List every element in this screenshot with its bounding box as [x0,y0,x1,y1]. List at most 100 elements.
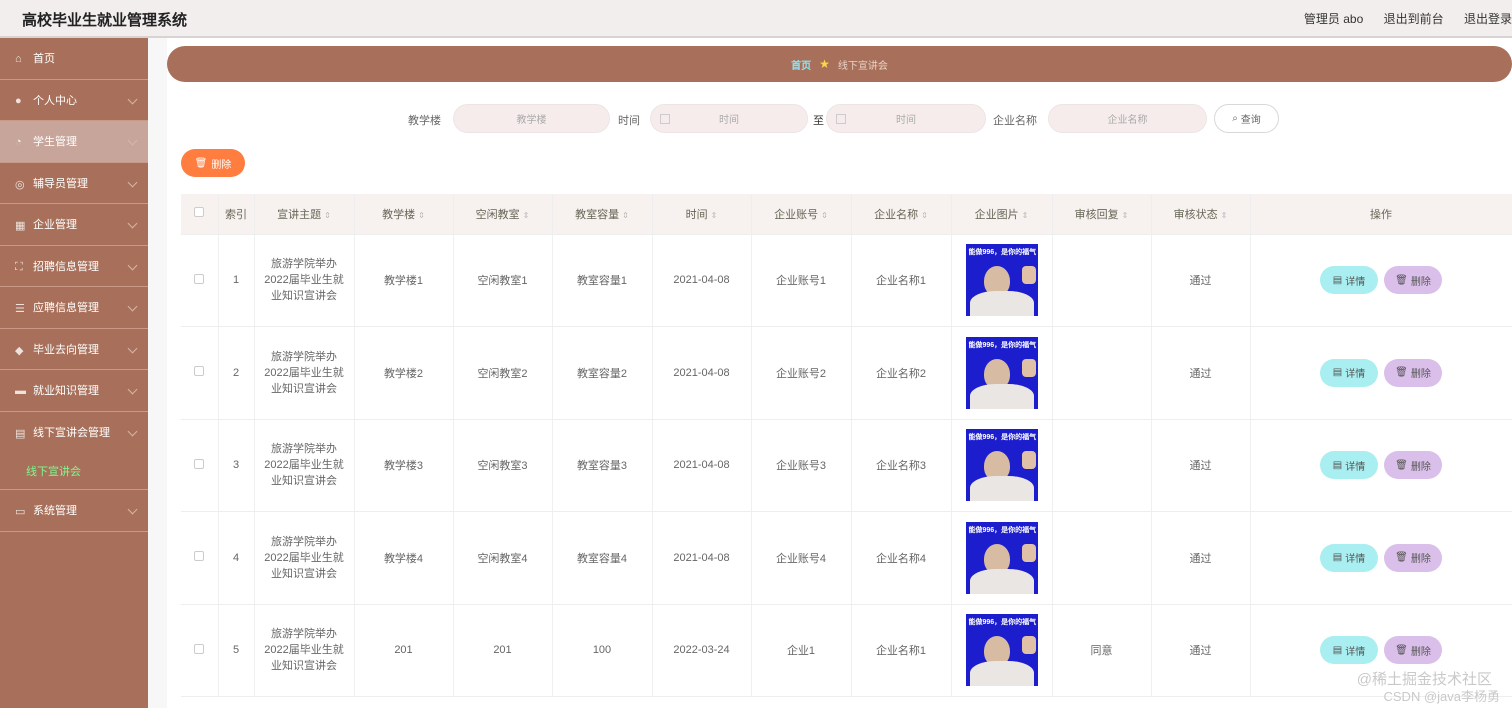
sidebar-item-destination[interactable]: ◆ 毕业去向管理 [0,329,148,370]
company-image[interactable]: 能做996，是你的福气 [965,336,1038,409]
column-header-capacity[interactable]: 教室容量 ⇕ [552,194,653,235]
submenu-item-seminar[interactable]: 线下宣讲会 [0,453,148,490]
column-header-label: 企业名称 [874,208,919,221]
column-header-reply[interactable]: 审核回复 ⇕ [1052,194,1152,235]
sidebar-item-applications[interactable]: ☰ 应聘信息管理 [0,287,148,329]
logout-link[interactable]: 退出登录 [1464,12,1512,26]
image-caption: 能做996，是你的福气 [968,526,1037,534]
column-header-room[interactable]: 空闲教室 ⇕ [453,194,553,235]
capacity-cell: 教室容量2 [552,326,653,420]
row-checkbox[interactable] [194,643,205,654]
chevron-down-icon [127,426,138,436]
sidebar-item-home[interactable]: ⌂ 首页 [0,38,148,80]
actions-cell: ▤ 详情 🗑 删除 [1250,326,1512,420]
status-cell: 通过 [1151,419,1251,512]
sort-icon[interactable]: ⇕ [921,211,928,220]
room-cell: 空闲教室4 [453,511,553,605]
company-cell: 企业名称2 [851,326,952,420]
company-image[interactable]: 能做996，是你的福气 [965,429,1038,502]
reply-cell [1052,419,1152,512]
detail-button[interactable]: ▤ 详情 [1320,451,1378,480]
time-cell: 2021-04-08 [652,234,752,327]
column-header-status[interactable]: 审核状态 ⇕ [1151,194,1251,235]
delete-button[interactable]: 🗑 删除 [1384,636,1442,665]
window-icon: ▭ [15,506,26,519]
sidebar-item-system[interactable]: ▭ 系统管理 [0,490,148,532]
actions-cell: ▤ 详情 🗑 删除 [1250,419,1512,512]
sidebar-item-recruitment[interactable]: ⛶ 招聘信息管理 [0,246,148,287]
delete-label: 删除 [1410,461,1431,473]
column-header-company[interactable]: 企业名称 ⇕ [851,194,952,235]
sort-icon[interactable]: ⇕ [1022,211,1029,220]
sort-icon[interactable]: ⇕ [711,211,718,220]
reply-cell: 同意 [1052,604,1152,697]
sidebar-item-label: 辅导员管理 [33,177,88,190]
sort-icon[interactable]: ⇕ [418,211,425,220]
reply-cell [1052,326,1152,420]
row-select-cell[interactable] [181,326,219,420]
user-icon: ● [15,94,22,107]
delete-button[interactable]: 🗑 删除 [1384,358,1442,387]
delete-button[interactable]: 🗑 删除 [1384,266,1442,295]
capacity-cell: 教室容量4 [552,511,653,605]
sidebar-item-students[interactable]: ◔ 学生管理 [0,121,148,163]
column-header-time[interactable]: 时间 ⇕ [652,194,752,235]
row-select-cell[interactable] [181,511,219,605]
row-checkbox[interactable] [194,551,205,562]
sidebar-item-knowledge[interactable]: ▬ 就业知识管理 [0,370,148,412]
account-cell: 企业账号2 [751,326,852,420]
company-image[interactable]: 能做996，是你的福气 [965,521,1038,594]
building-cell: 201 [354,604,454,697]
company-image[interactable]: 能做996，是你的福气 [965,244,1038,317]
delete-button[interactable]: 🗑 删除 [1384,543,1442,572]
select-all-cell[interactable] [181,194,219,235]
column-header-picture[interactable]: 企业图片 ⇕ [951,194,1053,235]
sidebar-item-label: 企业管理 [33,219,77,232]
clock-icon: ◔ [15,136,22,149]
row-checkbox[interactable] [194,273,205,284]
row-select-cell[interactable] [181,419,219,512]
status-cell: 通过 [1151,604,1251,697]
breadcrumb-home[interactable]: 首页 [791,57,811,72]
column-header-label: 索引 [225,208,247,221]
detail-button[interactable]: ▤ 详情 [1320,636,1378,665]
sidebar-item-personal-center[interactable]: ● 个人中心 [0,80,148,121]
company-input[interactable]: 企业名称 [1048,104,1207,133]
picture-cell: 能做996，是你的福气 [951,326,1053,420]
sidebar-item-companies[interactable]: ▦ 企业管理 [0,204,148,246]
row-checkbox[interactable] [194,458,205,469]
sort-icon[interactable]: ⇕ [523,211,530,220]
detail-button[interactable]: ▤ 详情 [1320,543,1378,572]
time-cell: 2021-04-08 [652,419,752,512]
time-start-input[interactable]: 时间 [650,104,808,133]
row-select-cell[interactable] [181,604,219,697]
row-checkbox[interactable] [194,366,205,377]
chevron-down-icon [127,135,138,146]
sort-icon[interactable]: ⇕ [821,211,828,220]
select-all-checkbox[interactable] [194,207,205,218]
company-image[interactable]: 能做996，是你的福气 [965,614,1038,687]
detail-button[interactable]: ▤ 详情 [1320,358,1378,387]
sort-icon[interactable]: ⇕ [1221,211,1228,220]
batch-delete-button[interactable]: 🗑 删除 [181,149,245,177]
book-icon: ▤ [15,428,26,441]
sidebar-item-seminars[interactable]: ▤ 线下宣讲会管理 [0,412,148,454]
row-select-cell[interactable] [181,234,219,327]
building-input[interactable]: 教学楼 [453,104,610,133]
back-to-front-link[interactable]: 退出到前台 [1384,12,1444,26]
document-icon: ▤ [1332,644,1343,656]
delete-button[interactable]: 🗑 删除 [1384,451,1442,480]
time-end-input[interactable]: 时间 [826,104,986,133]
sort-icon[interactable]: ⇕ [324,211,331,220]
column-header-building[interactable]: 教学楼 ⇕ [354,194,454,235]
sort-icon[interactable]: ⇕ [1122,211,1129,220]
dashboard-icon: ◎ [15,178,25,191]
query-button[interactable]: ⌕ 查询 [1214,104,1279,133]
detail-button[interactable]: ▤ 详情 [1320,266,1378,295]
sort-icon[interactable]: ⇕ [622,211,629,220]
column-header-topic[interactable]: 宣讲主题 ⇕ [254,194,355,235]
column-header-account[interactable]: 企业账号 ⇕ [751,194,852,235]
sidebar-item-counselors[interactable]: ◎ 辅导员管理 [0,163,148,204]
batch-delete-label: 删除 [211,159,232,171]
building-cell: 教学楼4 [354,511,454,605]
